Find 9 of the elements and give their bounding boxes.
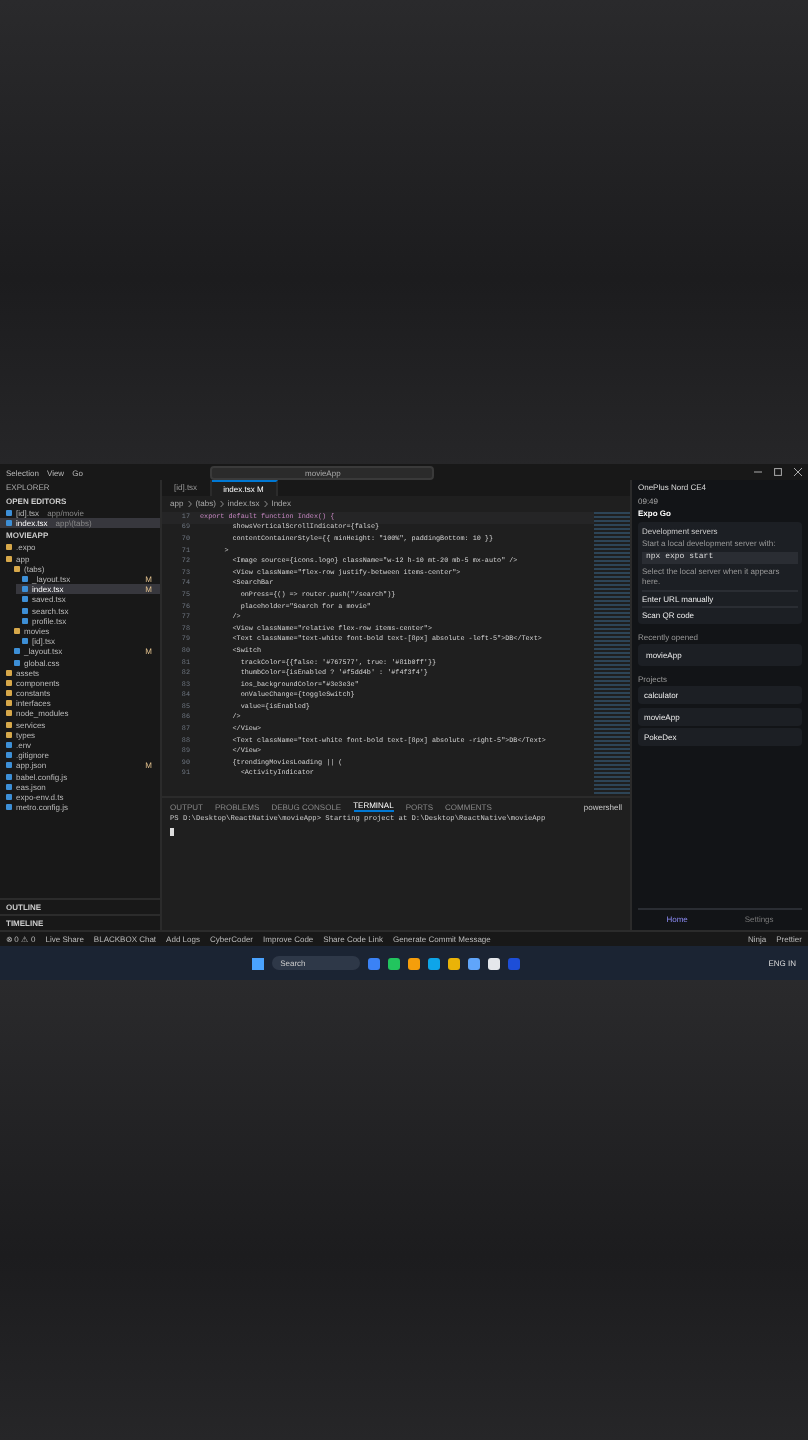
folder-icon xyxy=(14,627,20,634)
maximize-icon[interactable] xyxy=(774,468,782,476)
close-icon[interactable] xyxy=(794,468,802,476)
minimize-icon[interactable] xyxy=(754,468,762,476)
chevron-icon xyxy=(263,499,268,507)
text-cursor xyxy=(170,828,174,836)
windows-logo-icon[interactable] xyxy=(252,957,265,969)
chevron-icon xyxy=(219,499,224,507)
chevron-icon xyxy=(187,499,192,507)
